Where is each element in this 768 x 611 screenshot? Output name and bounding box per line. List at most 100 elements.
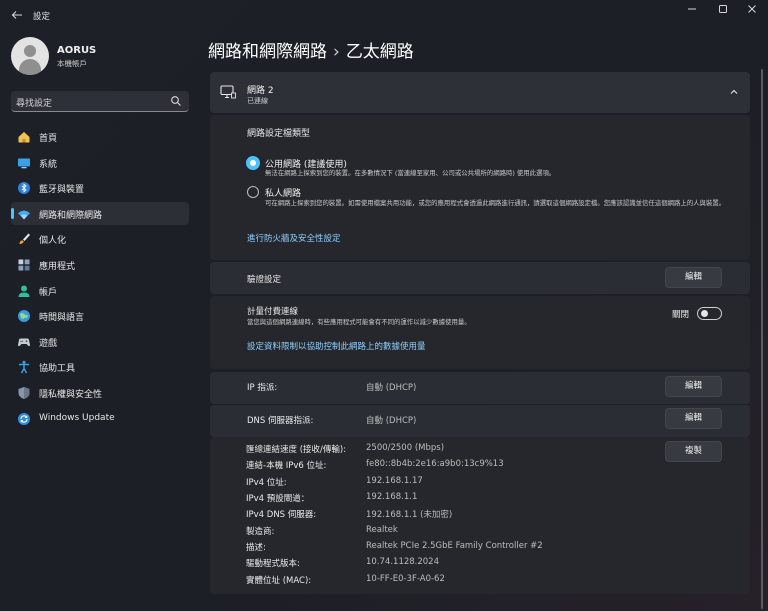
radio-public-network[interactable] [247,157,259,169]
ip-assignment-label: IP 指派: [247,383,278,393]
profile-name: AORUS [57,45,97,56]
property-value: Realtek PCIe 2.5GbE Family Controller #2 [366,541,543,551]
sidebar-item-accessibility[interactable]: 協助工具 [11,355,189,378]
private-network-description: 可在網路上探索到您的裝置。如需使用檔案共用功能，或您的應用程式會透過此網路進行通… [265,199,726,207]
property-row: 匯總連結速度 (接收/傳輸): 2500/2500 (Mbps) [246,443,666,457]
maximize-button[interactable] [711,4,735,18]
sidebar-item-windows-update[interactable]: Windows Update [11,407,189,430]
property-key: IPv4 位址: [246,478,287,488]
search-input[interactable]: 尋找設定 [11,91,189,112]
metered-connection-card: 計量付費連線 當您與這個網路連線時，有些應用程式可能會有不同的運作以減少數據使用… [210,296,750,369]
scrollbar[interactable] [761,69,763,609]
sidebar-item-network[interactable]: 網路和網際網路 [11,201,189,225]
apps-icon [17,258,31,272]
edit-dns-assignment-button[interactable]: 編輯 [665,408,722,429]
sidebar-item-accounts[interactable]: 帳戶 [11,279,189,302]
sidebar-item-home[interactable]: 首頁 [11,125,189,148]
update-icon [17,412,31,426]
breadcrumb-separator: › [333,42,340,62]
profile-type-heading: 網路設定檔類型 [247,129,311,139]
sidebar-item-apps[interactable]: 應用程式 [11,253,189,276]
sidebar-item-label: 遊戲 [39,338,58,349]
system-icon [17,156,31,170]
profile-account-type: 本機帳戶 [57,59,87,68]
ip-assignment-value: 自動 (DHCP) [366,383,417,393]
wifi-icon [17,207,31,221]
sidebar-item-bluetooth[interactable]: 藍牙與裝置 [11,176,189,199]
property-row: 實體位址 (MAC): 10-FF-E0-3F-A0-62 [246,574,666,588]
search-icon[interactable] [170,95,182,107]
property-key: 描述: [246,543,266,553]
shield-icon [17,386,31,400]
network-profile-card: 網路設定檔類型 公用網路 (建議使用) 無法在網路上探索到您的裝置。在多數情況下… [210,115,750,260]
dns-assignment-card: DNS 伺服器指派: 自動 (DHCP) 編輯 [210,405,750,437]
sidebar-item-label: Windows Update [39,412,115,423]
sidebar-item-gaming[interactable]: 遊戲 [11,330,189,353]
brush-icon [17,232,31,246]
property-key: IPv4 預設閘道： [246,494,310,504]
accessibility-icon [17,360,31,374]
sidebar-item-personalization[interactable]: 個人化 [11,227,189,250]
metered-connection-description: 當您與這個網路連線時，有些應用程式可能會有不同的運作以減少數據使用量。 [247,318,471,326]
active-indicator [11,207,14,219]
authentication-label: 驗證設定 [247,275,282,285]
property-key: 匯總連結速度 (接收/傳輸): [246,445,347,455]
globe-icon [17,309,31,323]
sidebar-item-label: 隱私權與安全性 [39,389,103,400]
authentication-settings-card: 驗證設定 編輯 [210,262,750,294]
dns-assignment-label: DNS 伺服器指派: [247,416,314,426]
chevron-up-icon[interactable] [728,86,740,98]
home-icon [17,130,31,144]
back-arrow-icon[interactable] [10,8,24,22]
network-header-card[interactable]: 網路 2 已連線 [210,72,750,113]
minimize-button[interactable] [680,4,704,18]
sidebar-item-label: 系統 [39,159,58,170]
sidebar-nav: 首頁 系統 藍牙與裝置 網路和網際網路 個人化 應用程式 帳戶 時間與語言 遊戲… [11,125,189,432]
sidebar-item-label: 網路和網際網路 [39,210,103,221]
property-key: 連結-本機 IPv6 位址: [246,461,327,471]
property-value: Realtek [366,525,398,535]
radio-private-network[interactable] [247,186,259,198]
property-value: 2500/2500 (Mbps) [366,443,445,453]
property-value: 192.168.1.1 [366,492,418,502]
firewall-settings-link[interactable]: 進行防火牆及安全性設定 [247,232,341,244]
sidebar-item-label: 首頁 [39,134,58,144]
sidebar-item-system[interactable]: 系統 [11,151,189,174]
property-row: IPv4 預設閘道： 192.168.1.1 [246,492,666,506]
property-row: 製造商: Realtek [246,525,666,539]
avatar[interactable] [11,37,49,75]
network-status: 已連線 [247,97,268,105]
property-key: 製造商: [246,527,275,537]
edit-authentication-button[interactable]: 編輯 [665,267,722,288]
ip-assignment-card: IP 指派: 自動 (DHCP) 編輯 [210,372,750,404]
property-row: IPv4 DNS 伺服器: 192.168.1.1 (未加密) [246,508,666,522]
breadcrumb-parent[interactable]: 網路和網際網路 [208,42,327,62]
data-limit-link[interactable]: 設定資料限制以協助控制此網路上的數據使用量 [247,340,426,352]
property-row: 描述: Realtek PCIe 2.5GbE Family Controlle… [246,541,666,555]
sidebar-item-privacy-security[interactable]: 隱私權與安全性 [11,381,189,404]
sidebar-item-label: 協助工具 [39,364,76,375]
close-button[interactable] [740,4,764,18]
edit-ip-assignment-button[interactable]: 編輯 [665,376,722,397]
sidebar-item-label: 應用程式 [39,261,76,272]
gamepad-icon [17,335,31,349]
breadcrumb: 網路和網際網路 › 乙太網路 [208,37,414,62]
ethernet-monitor-icon [220,85,236,100]
properties-card: 複製 匯總連結速度 (接收/傳輸): 2500/2500 (Mbps) 連結-本… [210,437,750,594]
property-row: IPv4 位址: 192.168.1.17 [246,476,666,490]
sidebar-item-time-language[interactable]: 時間與語言 [11,304,189,327]
property-value: fe80::8b4b:2e16:a9b0:13c9%13 [366,459,504,469]
property-row: 連結-本機 IPv6 位址: fe80::8b4b:2e16:a9b0:13c9… [246,459,666,473]
network-name: 網路 2 [247,86,274,96]
dns-assignment-value: 自動 (DHCP) [366,416,417,426]
property-row: 驅動程式版本: 10.74.1128.2024 [246,557,666,571]
title-bar: 設定 [0,0,768,32]
property-value: 192.168.1.17 [366,476,423,486]
copy-button[interactable]: 複製 [665,441,722,462]
sidebar-item-label: 藍牙與裝置 [39,185,85,196]
metered-connection-toggle[interactable] [697,307,722,320]
search-placeholder: 尋找設定 [16,99,53,109]
page-title: 乙太網路 [345,42,414,62]
sidebar-item-label: 帳戶 [39,287,58,298]
toggle-state-label: 關閉 [672,310,690,320]
